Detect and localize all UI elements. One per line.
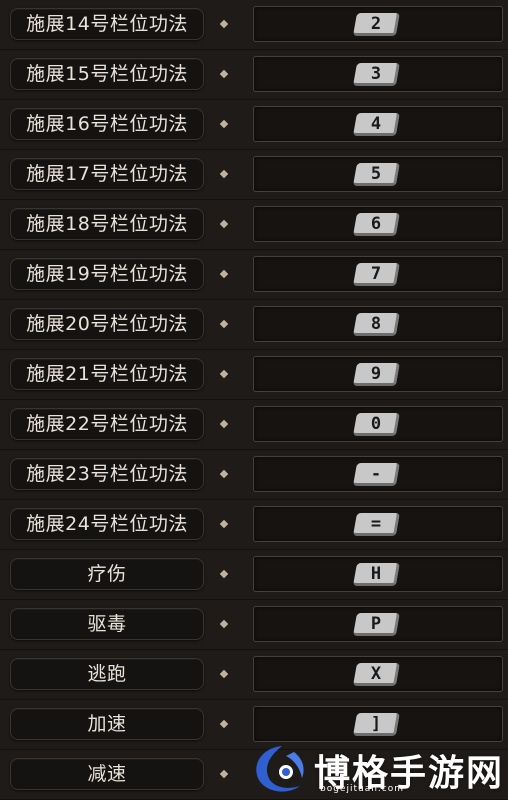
action-label: 施展23号栏位功法 [10, 458, 204, 490]
diamond-separator-icon [219, 269, 229, 279]
key-label: 4 [370, 114, 382, 134]
diamond-separator-icon [219, 169, 229, 179]
key-label: 8 [370, 314, 382, 334]
diamond-separator-icon [219, 519, 229, 529]
key-label: 3 [370, 64, 382, 84]
action-label: 施展18号栏位功法 [10, 208, 204, 240]
key-slot[interactable]: 9 [253, 356, 503, 392]
key-label: H [370, 564, 382, 584]
action-label: 施展16号栏位功法 [10, 108, 204, 140]
keybinding-row: 减速 [0, 750, 508, 800]
keycap-icon: 3 [352, 63, 401, 87]
key-label: 5 [370, 164, 382, 184]
keybinding-row: 驱毒 P [0, 600, 508, 650]
key-slot[interactable]: - [253, 456, 503, 492]
key-slot[interactable]: H [253, 556, 503, 592]
keycap-icon: = [352, 513, 401, 537]
keycap-icon: 2 [352, 13, 401, 37]
key-slot[interactable]: 5 [253, 156, 503, 192]
action-label: 逃跑 [10, 658, 204, 690]
diamond-separator-icon [219, 369, 229, 379]
diamond-separator-icon [219, 119, 229, 129]
diamond-separator-icon [219, 719, 229, 729]
diamond-separator-icon [219, 669, 229, 679]
keycap-icon: P [352, 613, 401, 637]
key-slot[interactable]: X [253, 656, 503, 692]
action-label: 施展17号栏位功法 [10, 158, 204, 190]
diamond-separator-icon [219, 469, 229, 479]
diamond-separator-icon [219, 419, 229, 429]
key-label: 0 [370, 414, 382, 434]
key-slot[interactable]: 0 [253, 406, 503, 442]
keycap-icon: 0 [352, 413, 401, 437]
action-label: 施展15号栏位功法 [10, 58, 204, 90]
keycap-icon: 6 [352, 213, 401, 237]
keybinding-row: 施展15号栏位功法 3 [0, 50, 508, 100]
diamond-separator-icon [219, 69, 229, 79]
action-label: 加速 [10, 708, 204, 740]
diamond-separator-icon [219, 569, 229, 579]
keybinding-row: 逃跑 X [0, 650, 508, 700]
key-slot[interactable]: 4 [253, 106, 503, 142]
key-label: ] [370, 714, 382, 734]
action-label: 施展24号栏位功法 [10, 508, 204, 540]
action-label: 施展22号栏位功法 [10, 408, 204, 440]
keybinding-row: 施展14号栏位功法 2 [0, 0, 508, 50]
keybinding-row: 施展22号栏位功法 0 [0, 400, 508, 450]
keycap-icon: H [352, 563, 401, 587]
diamond-separator-icon [219, 19, 229, 29]
keybinding-row: 施展16号栏位功法 4 [0, 100, 508, 150]
action-label: 疗伤 [10, 558, 204, 590]
diamond-separator-icon [219, 619, 229, 629]
action-label: 施展21号栏位功法 [10, 358, 204, 390]
key-label: - [370, 464, 382, 484]
keycap-icon: 5 [352, 163, 401, 187]
keycap-icon: - [352, 463, 401, 487]
key-label: P [370, 614, 382, 634]
key-slot[interactable]: P [253, 606, 503, 642]
key-slot[interactable]: 2 [253, 6, 503, 42]
key-slot[interactable]: 7 [253, 256, 503, 292]
key-slot[interactable]: 3 [253, 56, 503, 92]
key-slot[interactable]: = [253, 506, 503, 542]
keybinding-row: 疗伤 H [0, 550, 508, 600]
key-slot[interactable]: ] [253, 706, 503, 742]
action-label: 驱毒 [10, 608, 204, 640]
keycap-icon: 8 [352, 313, 401, 337]
keybinding-row: 施展20号栏位功法 8 [0, 300, 508, 350]
keycap-icon: X [352, 663, 401, 687]
keybinding-row: 施展18号栏位功法 6 [0, 200, 508, 250]
key-label: X [370, 664, 382, 684]
keycap-icon: 9 [352, 363, 401, 387]
diamond-separator-icon [219, 319, 229, 329]
keycap-icon: ] [352, 713, 401, 737]
key-slot[interactable]: 8 [253, 306, 503, 342]
keybinding-row: 施展17号栏位功法 5 [0, 150, 508, 200]
keybinding-list: 施展14号栏位功法 2 施展15号栏位功法 3 施展16号栏位功法 4 施展17… [0, 0, 508, 800]
key-label: 7 [370, 264, 382, 284]
action-label: 施展20号栏位功法 [10, 308, 204, 340]
keybinding-row: 施展24号栏位功法 = [0, 500, 508, 550]
keycap-icon: 7 [352, 263, 401, 287]
action-label: 减速 [10, 758, 204, 790]
keybinding-row: 施展23号栏位功法 - [0, 450, 508, 500]
action-label: 施展19号栏位功法 [10, 258, 204, 290]
key-label: 9 [370, 364, 382, 384]
diamond-separator-icon [219, 769, 229, 779]
action-label: 施展14号栏位功法 [10, 8, 204, 40]
keycap-icon: 4 [352, 113, 401, 137]
key-label: 2 [370, 14, 382, 34]
keybinding-row: 施展19号栏位功法 7 [0, 250, 508, 300]
key-slot[interactable]: 6 [253, 206, 503, 242]
diamond-separator-icon [219, 219, 229, 229]
keybinding-row: 施展21号栏位功法 9 [0, 350, 508, 400]
keybinding-row: 加速 ] [0, 700, 508, 750]
key-label: 6 [370, 214, 382, 234]
key-label: = [370, 514, 382, 534]
